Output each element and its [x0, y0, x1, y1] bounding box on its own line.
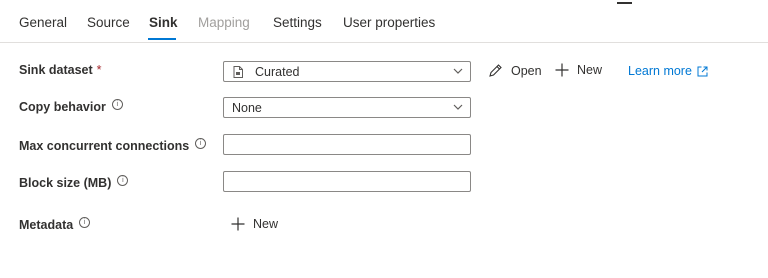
- tab-mapping: Mapping: [198, 15, 250, 30]
- max-concurrent-connections-label-text: Max concurrent connections: [19, 139, 190, 153]
- block-size-label: Block size (MB) i: [19, 174, 129, 190]
- divider-mark: [617, 2, 632, 4]
- sink-dataset-select[interactable]: Curated: [223, 61, 471, 82]
- max-concurrent-connections-label: Max concurrent connections i: [19, 137, 207, 153]
- block-size-input[interactable]: [223, 171, 471, 192]
- learn-more-link[interactable]: Learn more: [628, 64, 708, 78]
- tab-user-properties[interactable]: User properties: [343, 15, 435, 30]
- max-concurrent-connections-input[interactable]: [223, 134, 471, 155]
- tab-settings[interactable]: Settings: [273, 15, 322, 30]
- learn-more-label: Learn more: [628, 64, 692, 78]
- plus-icon: [231, 217, 245, 231]
- tab-source[interactable]: Source: [87, 15, 130, 30]
- metadata-label-text: Metadata: [19, 218, 74, 232]
- tab-bar: General Source Sink Mapping Settings Use…: [0, 0, 768, 43]
- chevron-down-icon: [453, 68, 463, 74]
- info-icon[interactable]: i: [79, 216, 91, 228]
- tab-general[interactable]: General: [19, 15, 67, 30]
- info-icon[interactable]: i: [117, 174, 129, 186]
- new-dataset-button[interactable]: New: [555, 63, 602, 77]
- copy-behavior-label: Copy behavior i: [19, 98, 123, 114]
- sink-dataset-value: Curated: [255, 65, 300, 79]
- info-icon[interactable]: i: [111, 98, 123, 110]
- copy-behavior-label-text: Copy behavior: [19, 100, 106, 114]
- open-label: Open: [511, 63, 542, 78]
- metadata-new-label: New: [253, 217, 279, 231]
- required-marker: *: [96, 63, 102, 77]
- open-dataset-button[interactable]: Open: [488, 63, 542, 78]
- sink-dataset-label: Sink dataset *: [19, 63, 102, 77]
- copy-behavior-value: None: [232, 101, 262, 115]
- active-tab-indicator: [148, 38, 176, 40]
- pencil-icon: [489, 64, 502, 77]
- info-icon[interactable]: i: [195, 137, 207, 149]
- external-link-icon: [697, 66, 708, 76]
- new-label: New: [577, 63, 603, 77]
- metadata-label: Metadata i: [19, 216, 91, 232]
- dataset-file-icon: [233, 66, 243, 78]
- chevron-down-icon: [453, 104, 463, 110]
- block-size-label-text: Block size (MB): [19, 176, 112, 190]
- sink-dataset-label-text: Sink dataset: [19, 63, 93, 77]
- add-metadata-button[interactable]: New: [231, 217, 278, 231]
- plus-icon: [555, 63, 569, 77]
- copy-behavior-select[interactable]: None: [223, 97, 471, 118]
- tab-sink[interactable]: Sink: [149, 15, 178, 30]
